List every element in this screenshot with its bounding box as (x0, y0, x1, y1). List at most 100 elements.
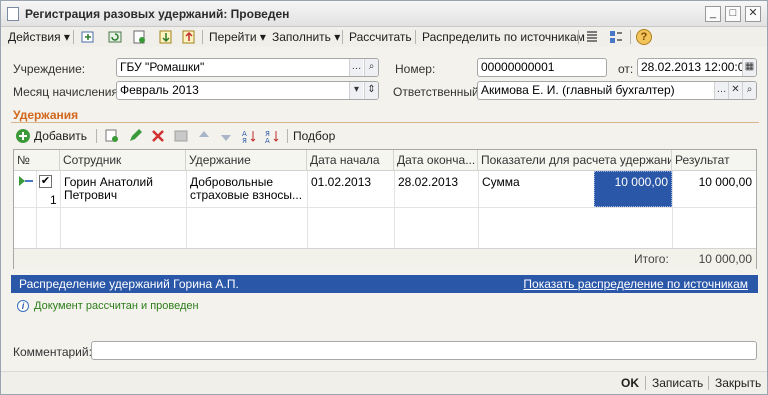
comment-field[interactable] (91, 341, 757, 360)
show-distribution-link[interactable]: Показать распределение по источникам (523, 275, 748, 293)
search-icon[interactable]: ⌕ (364, 59, 378, 76)
sort-ascending-icon[interactable]: AЯ (241, 128, 257, 144)
month-field[interactable]: Февраль 2013 ▾ ⇕ (116, 81, 379, 100)
post-document-icon[interactable] (158, 29, 174, 45)
maximize-button[interactable]: □ (725, 6, 741, 22)
goto-menu[interactable]: Перейти ▾ (209, 29, 266, 45)
close-button[interactable]: Закрыть (715, 375, 761, 391)
unpost-document-icon[interactable] (181, 29, 197, 45)
end-edit-icon[interactable] (173, 128, 189, 144)
start-date-cell: 01.02.2013 (311, 175, 372, 189)
toolbar-separator (578, 30, 579, 44)
responsible-field[interactable]: Акимова Е. И. (главный бухгалтер) … ✕ ⌕ (477, 81, 757, 100)
row-number: 1 (50, 193, 57, 207)
date-field[interactable]: 28.02.2013 12:00:00 ▦ (637, 58, 757, 77)
responsible-value: Акимова Е. И. (главный бухгалтер) (481, 83, 675, 97)
deductions-section-title: Удержания (13, 108, 79, 122)
select-ellipsis-button[interactable]: … (714, 82, 728, 99)
bottom-bar: OK Записать Закрыть (1, 371, 767, 394)
select-ellipsis-button[interactable]: … (349, 59, 363, 76)
info-icon: i (17, 300, 29, 312)
help-icon[interactable]: ? (636, 29, 652, 45)
copy-doc-icon[interactable] (131, 29, 147, 45)
date-label: от: (618, 62, 634, 76)
toolbar-separator (96, 129, 97, 143)
title-bar: Регистрация разовых удержаний: Проведен … (1, 1, 767, 27)
search-icon[interactable]: ⌕ (742, 82, 756, 99)
move-up-doc-icon[interactable] (80, 29, 96, 45)
row-checkbox[interactable]: ✔ (39, 175, 52, 188)
add-row-button[interactable]: Добавить (34, 128, 87, 144)
actions-label: Действия (8, 30, 61, 44)
month-label: Месяц начисления: (13, 85, 122, 99)
section-divider (11, 122, 759, 123)
copy-row-icon[interactable] (104, 128, 120, 144)
total-value: 10 000,00 (698, 252, 752, 266)
indicator-name-cell: Сумма (482, 175, 520, 189)
employee-name-line2: Петрович (64, 188, 118, 202)
refresh-icon[interactable] (107, 29, 123, 45)
toolbar-separator (287, 129, 288, 143)
svg-text:Я: Я (242, 137, 247, 144)
number-label: Номер: (395, 62, 436, 76)
column-header-indicators[interactable]: Показатели для расчета удержания (478, 150, 672, 171)
column-header-start-date[interactable]: Дата начала (307, 150, 394, 171)
end-date-cell: 28.02.2013 (398, 175, 459, 189)
calculate-button[interactable]: Рассчитать (349, 29, 412, 45)
responsible-label: Ответственный: (393, 85, 483, 99)
close-window-button[interactable]: ✕ (745, 6, 761, 22)
fill-label: Заполнить (272, 30, 331, 44)
list-view-icon[interactable] (584, 29, 600, 45)
institution-label: Учреждение: (13, 62, 86, 76)
window-title: Регистрация разовых удержаний: Проведен (25, 7, 290, 21)
document-window: Регистрация разовых удержаний: Проведен … (0, 0, 768, 395)
ok-button[interactable]: OK (621, 375, 639, 391)
distribute-button[interactable]: Распределить по источникам (422, 29, 585, 45)
edit-icon[interactable] (127, 128, 143, 144)
deduction-type-line2: страховые взносы... (190, 188, 303, 202)
calendar-icon[interactable]: ▦ (742, 59, 756, 76)
institution-field[interactable]: ГБУ "Ромашки" … ⌕ (116, 58, 379, 77)
main-toolbar: Действия ▾ Перейти ▾ Заполнить ▾ Рассчит… (1, 27, 767, 47)
delete-icon[interactable] (150, 128, 166, 144)
column-header-employee[interactable]: Сотрудник (60, 150, 186, 171)
toolbar-separator (415, 30, 416, 44)
actions-menu[interactable]: Действия ▾ (8, 29, 70, 45)
toolbar-separator (342, 30, 343, 44)
institution-value: ГБУ "Ромашки" (120, 60, 205, 74)
deduction-type-line1: Добровольные (190, 175, 273, 189)
column-header-number[interactable]: № (14, 150, 60, 171)
deductions-table: № Сотрудник Удержание Дата начала Дата о… (13, 149, 757, 269)
number-field[interactable]: 00000000001 (477, 58, 607, 77)
document-icon (7, 7, 19, 21)
column-header-result[interactable]: Результат (672, 150, 756, 171)
status-message: Документ рассчитан и проведен (34, 300, 199, 312)
sort-descending-icon[interactable]: ЯA (264, 128, 280, 144)
save-button[interactable]: Записать (652, 375, 703, 391)
toolbar-separator (645, 376, 646, 390)
fill-menu[interactable]: Заполнить ▾ (272, 29, 340, 45)
column-header-deduction[interactable]: Удержание (186, 150, 307, 171)
goto-label: Перейти (209, 30, 257, 44)
indicator-value-cell[interactable]: 10 000,00 (594, 171, 672, 207)
toolbar-separator (630, 30, 631, 44)
move-up-icon[interactable] (196, 128, 212, 144)
date-value: 28.02.2013 12:00:00 (641, 60, 752, 74)
comment-label: Комментарий: (13, 345, 92, 359)
spinner-icon[interactable]: ⇕ (364, 82, 378, 99)
chevron-down-icon[interactable]: ▾ (349, 82, 363, 99)
structure-view-icon[interactable] (608, 29, 624, 45)
clear-icon[interactable]: ✕ (728, 82, 742, 99)
employee-name-line1: Горин Анатолий (64, 175, 153, 189)
distribution-title: Распределение удержаний Горина А.П. (19, 277, 239, 291)
month-value: Февраль 2013 (120, 83, 199, 97)
add-icon (16, 129, 30, 143)
indicator-value: 10 000,00 (614, 175, 668, 189)
pick-button[interactable]: Подбор (293, 128, 335, 144)
distribution-header: Распределение удержаний Горина А.П. Пока… (11, 275, 758, 293)
minimize-button[interactable]: _ (705, 6, 721, 22)
move-down-icon[interactable] (218, 128, 234, 144)
toolbar-separator (73, 30, 74, 44)
table-row[interactable]: ✔ 1 Горин Анатолий Петрович Добровольные… (14, 171, 756, 208)
column-header-end-date[interactable]: Дата оконча... (394, 150, 478, 171)
